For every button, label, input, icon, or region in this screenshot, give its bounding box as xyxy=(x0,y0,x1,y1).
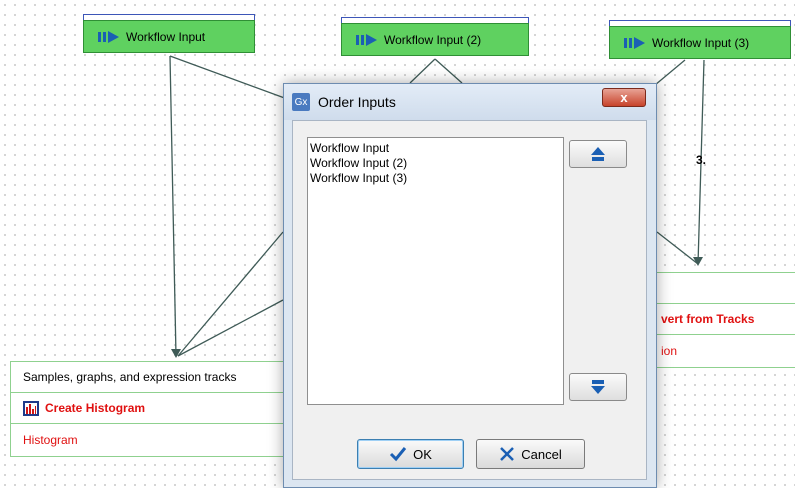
ok-label: OK xyxy=(413,446,432,462)
workflow-input-node-1[interactable]: Workflow Input xyxy=(83,14,255,53)
annotation-label: 3. xyxy=(696,153,707,167)
node-label: Workflow Input (3) xyxy=(652,35,750,50)
dialog-titlebar[interactable]: Gx Order Inputs x xyxy=(284,84,656,120)
tool-input-row[interactable]: Samples, graphs, and expression tracks xyxy=(11,362,285,393)
cancel-label: Cancel xyxy=(521,446,562,462)
dialog-title: Order Inputs xyxy=(318,94,396,110)
node-label: Workflow Input xyxy=(126,29,206,44)
list-item[interactable]: Workflow Input (3) xyxy=(310,171,561,186)
workflow-input-node-2[interactable]: Workflow Input (2) xyxy=(341,17,529,56)
tool-name-row[interactable]: vert from Tracks xyxy=(641,304,795,335)
inputs-list[interactable]: Workflow Input Workflow Input (2) Workfl… xyxy=(307,137,564,405)
input-arrow-icon xyxy=(624,36,645,49)
cancel-button[interactable]: Cancel xyxy=(476,439,585,469)
ok-button[interactable]: OK xyxy=(357,439,464,469)
close-icon: x xyxy=(620,90,628,105)
input-arrow-icon xyxy=(98,30,119,43)
histogram-icon xyxy=(23,400,39,416)
list-item[interactable]: Workflow Input xyxy=(310,141,561,156)
arrow-down-icon xyxy=(591,380,605,394)
tool-output-label: Histogram xyxy=(23,432,78,447)
convert-from-tracks-tool-node[interactable]: vert from Tracks ion xyxy=(640,272,795,368)
tool-output-row[interactable]: ion xyxy=(641,335,795,366)
list-item[interactable]: Workflow Input (2) xyxy=(310,156,561,171)
app-logo-icon: Gx xyxy=(292,93,310,111)
input-arrow-icon xyxy=(356,33,377,46)
tool-input-row[interactable] xyxy=(641,273,795,304)
tool-input-label: Samples, graphs, and expression tracks xyxy=(23,370,237,384)
close-button[interactable]: x xyxy=(602,88,646,107)
tool-name: vert from Tracks xyxy=(661,312,755,326)
node-label: Workflow Input (2) xyxy=(384,32,482,47)
tool-name-row[interactable]: Create Histogram xyxy=(11,393,285,424)
order-inputs-dialog: Gx Order Inputs x Workflow Input Workflo… xyxy=(283,83,657,488)
create-histogram-tool-node[interactable]: Samples, graphs, and expression tracks C… xyxy=(10,361,286,457)
checkmark-icon xyxy=(390,447,407,462)
tool-output-label: ion xyxy=(661,343,678,358)
dialog-content-panel: Workflow Input Workflow Input (2) Workfl… xyxy=(292,120,647,480)
tool-name: Create Histogram xyxy=(45,401,146,415)
move-up-button[interactable] xyxy=(569,140,627,168)
tool-output-row[interactable]: Histogram xyxy=(11,424,285,455)
cancel-x-icon xyxy=(500,447,515,461)
arrow-up-icon xyxy=(591,147,605,161)
workflow-input-node-3[interactable]: Workflow Input (3) xyxy=(609,20,791,59)
move-down-button[interactable] xyxy=(569,373,627,401)
